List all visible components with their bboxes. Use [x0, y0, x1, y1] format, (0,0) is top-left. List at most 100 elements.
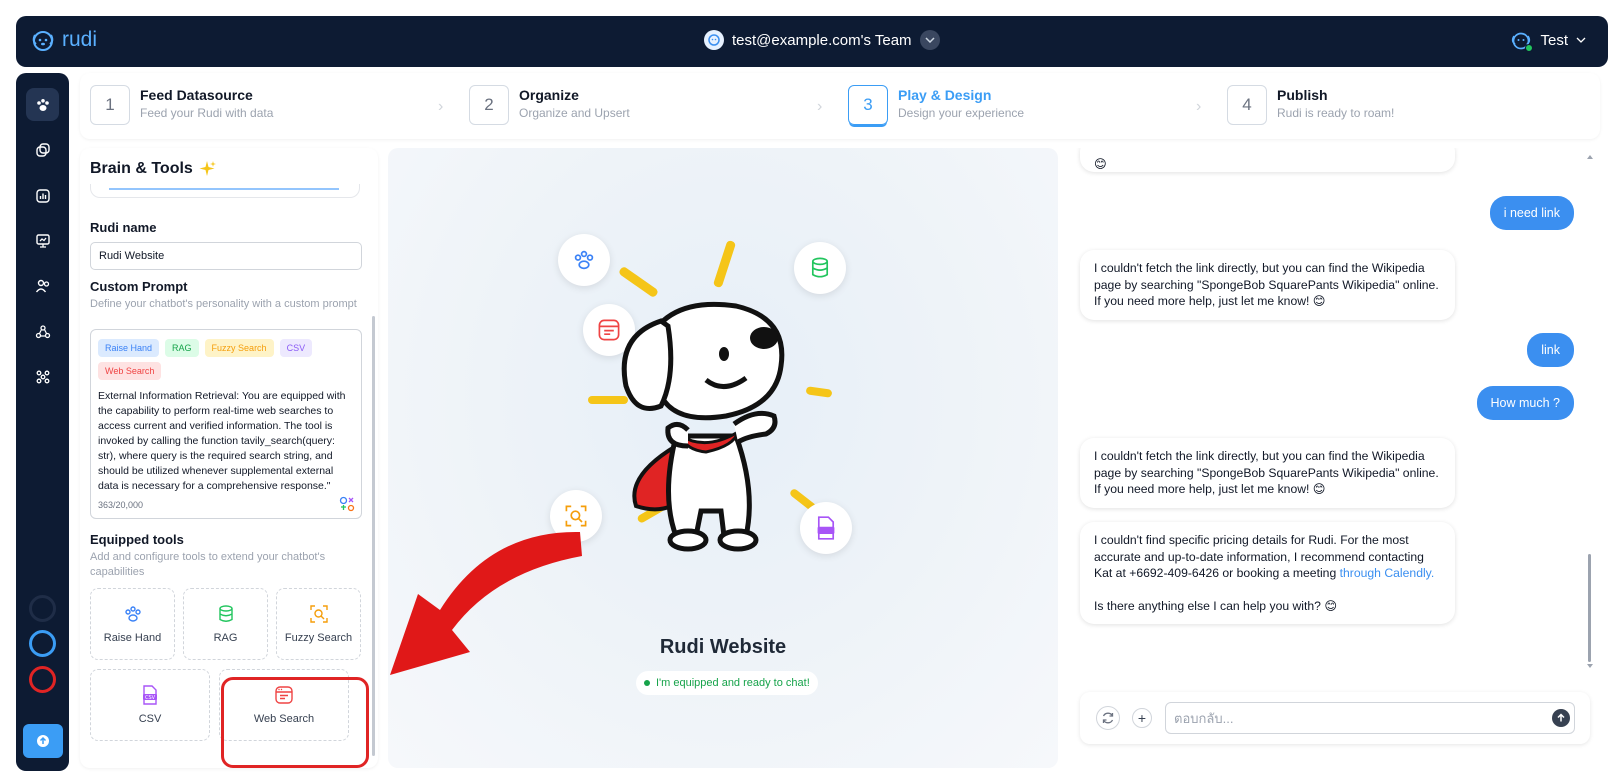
step-number: 2: [469, 85, 509, 125]
theme-red-swatch[interactable]: [29, 666, 56, 693]
paw-orb: [558, 234, 610, 286]
step-title: Organize: [519, 87, 579, 103]
model-card[interactable]: [90, 184, 360, 198]
sun-ray: [712, 239, 737, 289]
step-number: 1: [90, 85, 130, 125]
csv-orb: [800, 502, 852, 554]
scroll-up-icon[interactable]: [1586, 154, 1594, 160]
chat-scrollbar[interactable]: [1588, 156, 1592, 668]
user-message: How much ?: [1476, 386, 1574, 420]
user-menu[interactable]: Test: [1510, 29, 1586, 52]
custom-prompt-hint: Define your chatbot's personality with a…: [90, 298, 357, 310]
team-avatar-icon: [704, 30, 724, 50]
tool-fuzzy-search[interactable]: Fuzzy Search: [276, 588, 361, 660]
refresh-icon: [1102, 712, 1114, 724]
prompt-tags: Raise Hand RAG Fuzzy Search CSV Web Sear…: [98, 339, 348, 380]
step-subtitle: Feed your Rudi with data: [140, 106, 274, 120]
chat-composer: + ตอบกลับ...: [1080, 692, 1590, 744]
calendly-link[interactable]: through Calendly.: [1340, 566, 1435, 580]
annotation-arrow: [390, 531, 582, 675]
rudi-name-input[interactable]: Rudi Website: [90, 242, 362, 270]
arrow-up-icon: [37, 735, 49, 747]
rail-paw-icon[interactable]: [26, 88, 59, 121]
bot-message: I couldn't fetch the link directly, but …: [1080, 438, 1455, 508]
status-text: I'm equipped and ready to chat!: [656, 677, 810, 689]
fuzzy-search-icon: [309, 605, 328, 623]
rail-users-icon[interactable]: [26, 269, 59, 302]
top-bar: rudi test@example.com's Team Test: [16, 16, 1608, 67]
database-orb: [794, 242, 846, 294]
attach-button[interactable]: +: [1132, 708, 1152, 728]
tag-csv[interactable]: CSV: [279, 339, 313, 357]
rudi-mascot-image: [621, 301, 785, 552]
send-button[interactable]: [1552, 709, 1570, 727]
app-name: rudi: [62, 28, 98, 51]
chat-input[interactable]: ตอบกลับ...: [1165, 702, 1575, 734]
user-message: link: [1527, 333, 1574, 367]
step-feed-datasource[interactable]: 1 Feed Datasource Feed your Rudi with dat…: [90, 85, 273, 125]
refresh-button[interactable]: [1096, 706, 1120, 730]
chat-transcript[interactable]: 😊 i need link I couldn't fetch the link …: [1068, 148, 1600, 673]
rail-analytics-icon[interactable]: [26, 179, 59, 212]
setup-stepper: 1 Feed Datasource Feed your Rudi with dat…: [80, 73, 1600, 139]
rail-integrations-icon[interactable]: [26, 315, 59, 348]
app-logo[interactable]: rudi: [30, 27, 97, 53]
rail-presentation-icon[interactable]: [26, 224, 59, 257]
tag-rag[interactable]: RAG: [165, 339, 199, 357]
chevron-right-icon: ›: [438, 98, 444, 115]
csv-file-icon: CSV: [143, 685, 157, 705]
tool-label: Raise Hand: [103, 632, 162, 644]
step-organize[interactable]: 2 Organize Organize and Upsert: [469, 85, 630, 125]
tag-web-search[interactable]: Web Search: [98, 362, 162, 380]
step-subtitle: Design your experience: [898, 106, 1025, 120]
custom-prompt-textarea[interactable]: Raise Hand RAG Fuzzy Search CSV Web Sear…: [90, 329, 362, 519]
tool-label: CSV: [138, 713, 162, 725]
rail-workflow-icon[interactable]: [26, 360, 59, 393]
upgrade-button[interactable]: [23, 724, 63, 758]
equipped-tools-label: Equipped tools: [90, 532, 184, 547]
step-title: Publish: [1277, 87, 1328, 103]
bot-message: 😊: [1080, 148, 1455, 172]
variables-icon[interactable]: [339, 496, 355, 512]
sparkle-icon: [199, 161, 216, 176]
ready-status-badge: I'm equipped and ready to chat!: [636, 671, 818, 695]
sun-ray: [805, 386, 833, 398]
step-title: Feed Datasource: [140, 87, 253, 103]
panel-title: Brain & Tools: [90, 160, 217, 178]
annotation-highlight-box: [221, 677, 369, 768]
step-subtitle: Organize and Upsert: [519, 106, 630, 120]
step-play-design[interactable]: 3 Play & Design Design your experience: [848, 85, 1024, 125]
tag-raise-hand[interactable]: Raise Hand: [98, 339, 160, 357]
theme-blue-swatch[interactable]: [29, 630, 56, 657]
bot-message: I couldn't fetch the link directly, but …: [1080, 250, 1455, 320]
prompt-text: External Information Retrieval: You are …: [98, 390, 346, 492]
tool-rag[interactable]: RAG: [183, 588, 268, 660]
step-publish[interactable]: 4 Publish Rudi is ready to roam!: [1227, 85, 1394, 125]
brain-tools-panel: Brain & Tools Rudi name Rudi Website Cus…: [80, 148, 378, 768]
custom-prompt-label: Custom Prompt: [90, 279, 188, 294]
chevron-down-icon[interactable]: [919, 30, 940, 50]
team-switcher[interactable]: test@example.com's Team: [704, 30, 940, 50]
step-number: 4: [1227, 85, 1267, 125]
dog-logo-icon: [32, 31, 54, 51]
tool-csv[interactable]: CSV CSV: [90, 669, 210, 741]
database-icon: [811, 257, 829, 278]
chevron-right-icon: ›: [1196, 98, 1202, 115]
tool-raise-hand[interactable]: Raise Hand: [90, 588, 175, 660]
sun-ray: [617, 265, 660, 299]
character-count: 363/20,000: [98, 500, 144, 510]
user-name: Test: [1540, 31, 1568, 49]
svg-text:CSV: CSV: [145, 695, 156, 701]
paw-icon: [124, 606, 141, 622]
step-number: 3: [848, 85, 888, 125]
team-name: test@example.com's Team: [732, 31, 912, 49]
rail-layers-icon[interactable]: [26, 133, 59, 166]
equipped-tools-hint: Add and configure tools to extend your c…: [90, 551, 326, 578]
scroll-down-icon[interactable]: [1586, 663, 1594, 669]
user-avatar-icon: [1510, 29, 1534, 52]
arrow-up-icon: [1557, 713, 1565, 722]
side-rail: [16, 73, 69, 771]
plus-icon: +: [1137, 710, 1147, 726]
tag-fuzzy-search[interactable]: Fuzzy Search: [204, 339, 274, 357]
theme-dark-swatch[interactable]: [29, 595, 56, 622]
